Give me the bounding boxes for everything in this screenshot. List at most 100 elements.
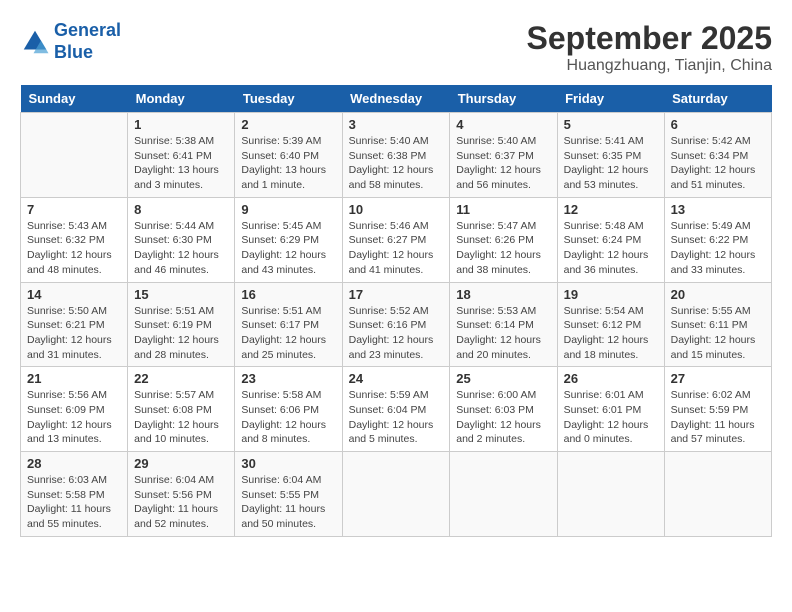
day-number: 1: [134, 117, 228, 132]
calendar-cell: 25 Sunrise: 6:00 AMSunset: 6:03 PMDayligh…: [450, 367, 557, 452]
day-info: Sunrise: 5:40 AMSunset: 6:37 PMDaylight:…: [456, 134, 550, 193]
day-info: Sunrise: 5:42 AMSunset: 6:34 PMDaylight:…: [671, 134, 765, 193]
day-info: Sunrise: 6:00 AMSunset: 6:03 PMDaylight:…: [456, 388, 550, 447]
calendar-cell: 12 Sunrise: 5:48 AMSunset: 6:24 PMDayligh…: [557, 197, 664, 282]
day-info: Sunrise: 5:54 AMSunset: 6:12 PMDaylight:…: [564, 304, 658, 363]
calendar-cell: 30 Sunrise: 6:04 AMSunset: 5:55 PMDayligh…: [235, 452, 342, 537]
calendar-cell: 18 Sunrise: 5:53 AMSunset: 6:14 PMDayligh…: [450, 282, 557, 367]
week-row-2: 7 Sunrise: 5:43 AMSunset: 6:32 PMDaylight…: [21, 197, 772, 282]
day-info: Sunrise: 5:38 AMSunset: 6:41 PMDaylight:…: [134, 134, 228, 193]
day-number: 22: [134, 371, 228, 386]
day-info: Sunrise: 6:01 AMSunset: 6:01 PMDaylight:…: [564, 388, 658, 447]
calendar-cell: 6 Sunrise: 5:42 AMSunset: 6:34 PMDaylight…: [664, 113, 771, 198]
calendar-cell: [664, 452, 771, 537]
day-info: Sunrise: 5:53 AMSunset: 6:14 PMDaylight:…: [456, 304, 550, 363]
day-number: 15: [134, 287, 228, 302]
calendar-cell: 10Sunrise: 5:46 AMSunset: 6:27 PMDayligh…: [342, 197, 450, 282]
calendar-cell: 23Sunrise: 5:58 AMSunset: 6:06 PMDayligh…: [235, 367, 342, 452]
day-info: Sunrise: 5:52 AMSunset: 6:16 PMDaylight:…: [349, 304, 444, 363]
calendar-cell: 20Sunrise: 5:55 AMSunset: 6:11 PMDayligh…: [664, 282, 771, 367]
calendar-cell: 4 Sunrise: 5:40 AMSunset: 6:37 PMDaylight…: [450, 113, 557, 198]
calendar-table: SundayMondayTuesdayWednesdayThursdayFrid…: [20, 85, 772, 537]
calendar-cell: 9 Sunrise: 5:45 AMSunset: 6:29 PMDaylight…: [235, 197, 342, 282]
day-info: Sunrise: 5:51 AMSunset: 6:17 PMDaylight:…: [241, 304, 335, 363]
weekday-header-sunday: Sunday: [21, 85, 128, 113]
week-row-5: 28 Sunrise: 6:03 AMSunset: 5:58 PMDayligh…: [21, 452, 772, 537]
calendar-cell: 21 Sunrise: 5:56 AMSunset: 6:09 PMDayligh…: [21, 367, 128, 452]
day-info: Sunrise: 5:45 AMSunset: 6:29 PMDaylight:…: [241, 219, 335, 278]
day-info: Sunrise: 5:56 AMSunset: 6:09 PMDaylight:…: [27, 388, 121, 447]
day-info: Sunrise: 5:58 AMSunset: 6:06 PMDaylight:…: [241, 388, 335, 447]
calendar-cell: 11 Sunrise: 5:47 AMSunset: 6:26 PMDayligh…: [450, 197, 557, 282]
calendar-cell: 15 Sunrise: 5:51 AMSunset: 6:19 PMDayligh…: [128, 282, 235, 367]
day-number: 24: [349, 371, 444, 386]
day-number: 6: [671, 117, 765, 132]
calendar-cell: [342, 452, 450, 537]
weekday-header-row: SundayMondayTuesdayWednesdayThursdayFrid…: [21, 85, 772, 113]
day-number: 13: [671, 202, 765, 217]
day-number: 7: [27, 202, 121, 217]
day-info: Sunrise: 5:57 AMSunset: 6:08 PMDaylight:…: [134, 388, 228, 447]
week-row-3: 14 Sunrise: 5:50 AMSunset: 6:21 PMDayligh…: [21, 282, 772, 367]
day-number: 25: [456, 371, 550, 386]
day-number: 3: [349, 117, 444, 132]
weekday-header-tuesday: Tuesday: [235, 85, 342, 113]
day-info: Sunrise: 5:48 AMSunset: 6:24 PMDaylight:…: [564, 219, 658, 278]
calendar-cell: 5 Sunrise: 5:41 AMSunset: 6:35 PMDaylight…: [557, 113, 664, 198]
week-row-1: 1 Sunrise: 5:38 AMSunset: 6:41 PMDaylight…: [21, 113, 772, 198]
calendar-cell: 29 Sunrise: 6:04 AMSunset: 5:56 PMDayligh…: [128, 452, 235, 537]
day-number: 9: [241, 202, 335, 217]
calendar-cell: 14 Sunrise: 5:50 AMSunset: 6:21 PMDayligh…: [21, 282, 128, 367]
day-number: 4: [456, 117, 550, 132]
day-info: Sunrise: 5:47 AMSunset: 6:26 PMDaylight:…: [456, 219, 550, 278]
day-info: Sunrise: 5:39 AMSunset: 6:40 PMDaylight:…: [241, 134, 335, 193]
day-info: Sunrise: 5:43 AMSunset: 6:32 PMDaylight:…: [27, 219, 121, 278]
day-info: Sunrise: 6:02 AMSunset: 5:59 PMDaylight:…: [671, 388, 765, 447]
day-info: Sunrise: 5:46 AMSunset: 6:27 PMDaylight:…: [349, 219, 444, 278]
calendar-cell: 16 Sunrise: 5:51 AMSunset: 6:17 PMDayligh…: [235, 282, 342, 367]
day-number: 19: [564, 287, 658, 302]
week-row-4: 21 Sunrise: 5:56 AMSunset: 6:09 PMDayligh…: [21, 367, 772, 452]
logo-text: General Blue: [54, 20, 121, 63]
calendar-cell: 3Sunrise: 5:40 AMSunset: 6:38 PMDaylight…: [342, 113, 450, 198]
day-number: 18: [456, 287, 550, 302]
day-number: 12: [564, 202, 658, 217]
day-number: 28: [27, 456, 121, 471]
day-number: 29: [134, 456, 228, 471]
day-number: 30: [241, 456, 335, 471]
day-number: 17: [349, 287, 444, 302]
calendar-cell: [450, 452, 557, 537]
calendar-cell: 28 Sunrise: 6:03 AMSunset: 5:58 PMDayligh…: [21, 452, 128, 537]
logo-line2: Blue: [54, 42, 93, 62]
day-info: Sunrise: 6:04 AMSunset: 5:56 PMDaylight:…: [134, 473, 228, 532]
calendar-cell: 22 Sunrise: 5:57 AMSunset: 6:08 PMDayligh…: [128, 367, 235, 452]
day-info: Sunrise: 5:51 AMSunset: 6:19 PMDaylight:…: [134, 304, 228, 363]
day-number: 11: [456, 202, 550, 217]
weekday-header-friday: Friday: [557, 85, 664, 113]
calendar-cell: 24Sunrise: 5:59 AMSunset: 6:04 PMDayligh…: [342, 367, 450, 452]
calendar-cell: 17 Sunrise: 5:52 AMSunset: 6:16 PMDayligh…: [342, 282, 450, 367]
calendar-cell: 19 Sunrise: 5:54 AMSunset: 6:12 PMDayligh…: [557, 282, 664, 367]
day-number: 16: [241, 287, 335, 302]
logo-icon: [20, 27, 50, 57]
day-number: 14: [27, 287, 121, 302]
day-number: 8: [134, 202, 228, 217]
day-number: 5: [564, 117, 658, 132]
weekday-header-saturday: Saturday: [664, 85, 771, 113]
logo: General Blue: [20, 20, 121, 63]
day-info: Sunrise: 6:03 AMSunset: 5:58 PMDaylight:…: [27, 473, 121, 532]
day-info: Sunrise: 6:04 AMSunset: 5:55 PMDaylight:…: [241, 473, 335, 532]
calendar-cell: 2 Sunrise: 5:39 AMSunset: 6:40 PMDaylight…: [235, 113, 342, 198]
day-number: 26: [564, 371, 658, 386]
title-block: September 2025 Huangzhuang, Tianjin, Chi…: [527, 20, 772, 75]
day-number: 21: [27, 371, 121, 386]
calendar-cell: [21, 113, 128, 198]
calendar-cell: 13Sunrise: 5:49 AMSunset: 6:22 PMDayligh…: [664, 197, 771, 282]
day-number: 2: [241, 117, 335, 132]
weekday-header-monday: Monday: [128, 85, 235, 113]
day-info: Sunrise: 5:50 AMSunset: 6:21 PMDaylight:…: [27, 304, 121, 363]
logo-line1: General: [54, 20, 121, 40]
day-info: Sunrise: 5:41 AMSunset: 6:35 PMDaylight:…: [564, 134, 658, 193]
calendar-cell: 26 Sunrise: 6:01 AMSunset: 6:01 PMDayligh…: [557, 367, 664, 452]
calendar-cell: 7 Sunrise: 5:43 AMSunset: 6:32 PMDaylight…: [21, 197, 128, 282]
